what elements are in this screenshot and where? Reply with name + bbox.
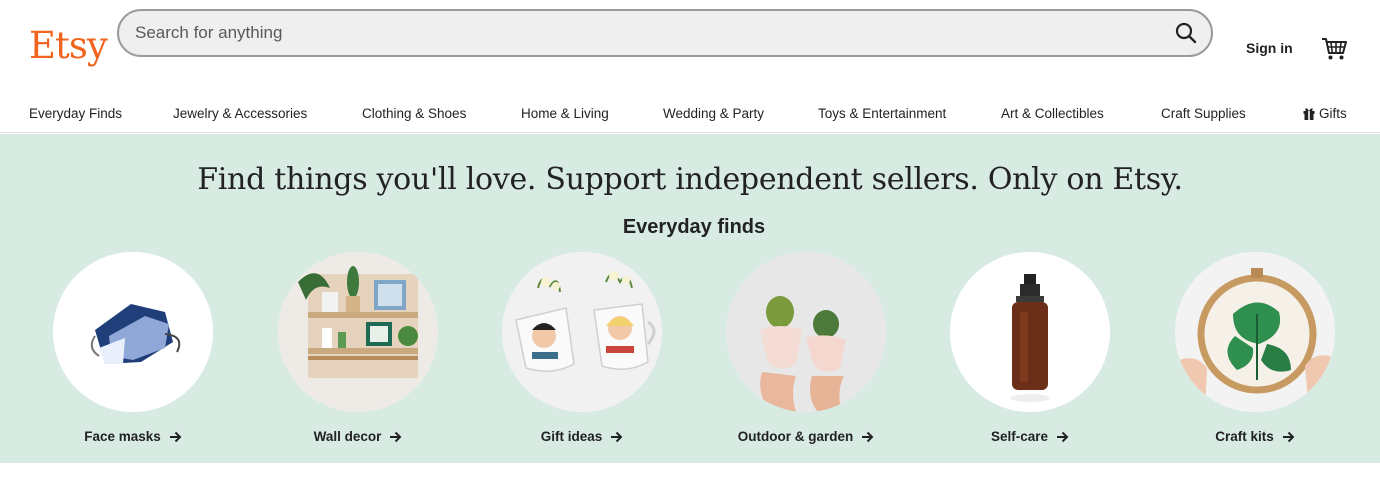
mugs-image	[502, 252, 662, 412]
nav-item-gifts[interactable]: Gifts	[1303, 106, 1347, 121]
arrow-right-icon	[169, 431, 182, 443]
nav-item-craft-supplies[interactable]: Craft Supplies	[1161, 106, 1246, 121]
search-icon	[1175, 22, 1197, 44]
find-card-face-masks[interactable]: Face masks	[3, 252, 223, 452]
nav-item-art-collectibles[interactable]: Art & Collectibles	[1001, 106, 1104, 121]
find-label: Craft kits	[1125, 429, 1380, 444]
everyday-finds-heading: Everyday finds	[622, 216, 766, 238]
find-card-gift-ideas[interactable]: Gift ideas	[452, 252, 672, 452]
nav-item-label: Gifts	[1319, 106, 1347, 121]
etsy-logo[interactable]: Etsy	[29, 24, 108, 68]
everyday-finds-list: Face masks Wall decor Gift ideas Outdoor…	[0, 252, 1380, 452]
find-label: Wall decor	[228, 429, 488, 444]
sign-in-button[interactable]: Sign in	[1246, 40, 1293, 56]
arrow-right-icon	[611, 431, 623, 443]
find-card-wall-decor[interactable]: Wall decor	[228, 252, 448, 452]
face-mask-image	[53, 252, 213, 412]
header: Etsy Sign in	[0, 0, 1380, 90]
arrow-right-icon	[1282, 431, 1295, 443]
shopping-cart-icon[interactable]	[1320, 34, 1348, 62]
hero-section: Find things you'll love. Support indepen…	[0, 134, 1380, 463]
nav-item-everyday-finds[interactable]: Everyday Finds	[29, 106, 122, 121]
spray-bottle-image	[950, 252, 1110, 412]
find-label: Self-care	[900, 429, 1160, 444]
find-label: Outdoor & garden	[676, 429, 936, 444]
embroidery-hoop-image	[1175, 252, 1335, 412]
arrow-right-icon	[1057, 431, 1069, 443]
nav-item-toys-entertainment[interactable]: Toys & Entertainment	[818, 106, 946, 121]
search-button[interactable]	[1171, 18, 1201, 48]
nav-item-clothing-shoes[interactable]: Clothing & Shoes	[362, 106, 466, 121]
nav-item-home-living[interactable]: Home & Living	[521, 106, 609, 121]
arrow-right-icon	[390, 431, 402, 443]
category-nav: Everyday Finds Jewelry & Accessories Clo…	[0, 96, 1380, 133]
find-label: Face masks	[3, 429, 263, 444]
find-card-craft-kits[interactable]: Craft kits	[1125, 252, 1345, 452]
nav-item-wedding-party[interactable]: Wedding & Party	[663, 106, 764, 121]
search-bar	[117, 9, 1213, 57]
cactus-image	[726, 252, 886, 412]
gift-icon	[1303, 108, 1315, 120]
find-label: Gift ideas	[452, 429, 712, 444]
hero-title: Find things you'll love. Support indepen…	[197, 162, 1183, 197]
find-card-self-care[interactable]: Self-care	[900, 252, 1120, 452]
search-input[interactable]	[135, 11, 1135, 55]
arrow-right-icon	[862, 431, 874, 443]
nav-item-jewelry-accessories[interactable]: Jewelry & Accessories	[173, 106, 307, 121]
wall-shelf-image	[278, 252, 438, 412]
find-card-outdoor-garden[interactable]: Outdoor & garden	[676, 252, 896, 452]
